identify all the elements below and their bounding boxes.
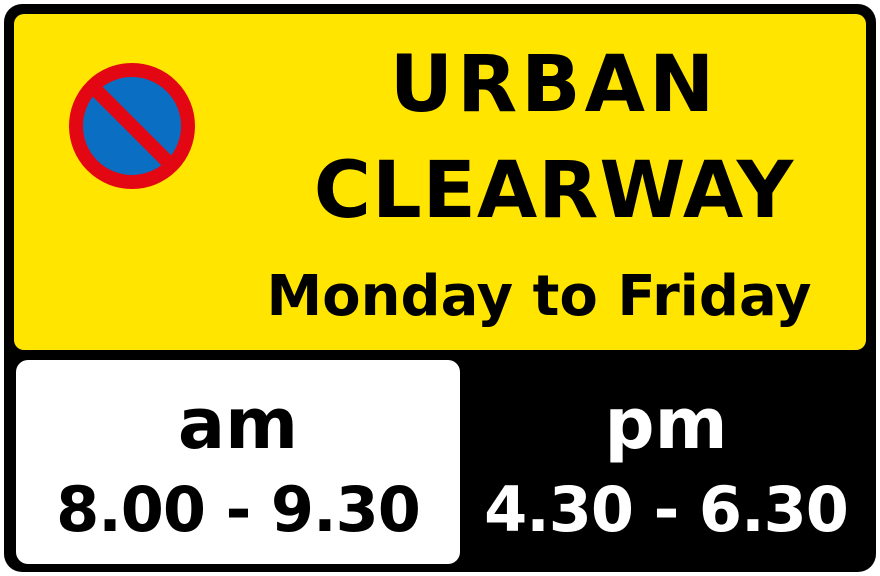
- am-times: 8.00 - 9.30: [56, 473, 421, 546]
- pm-panel: pm 4.30 - 6.30: [466, 360, 866, 564]
- sign-days: Monday to Friday: [266, 264, 812, 329]
- am-panel: am 8.00 - 9.30: [16, 360, 460, 564]
- am-label: am: [177, 383, 299, 465]
- sign-top-panel: URBAN CLEARWAY Monday to Friday: [14, 14, 866, 350]
- pm-label: pm: [604, 383, 728, 465]
- no-waiting-icon: [69, 63, 195, 189]
- clearway-sign: URBAN CLEARWAY Monday to Friday am 8.00 …: [4, 4, 876, 572]
- sign-title-line-1: URBAN: [389, 40, 719, 130]
- pm-times: 4.30 - 6.30: [484, 473, 849, 546]
- sign-title-line-2: CLEARWAY: [313, 146, 795, 236]
